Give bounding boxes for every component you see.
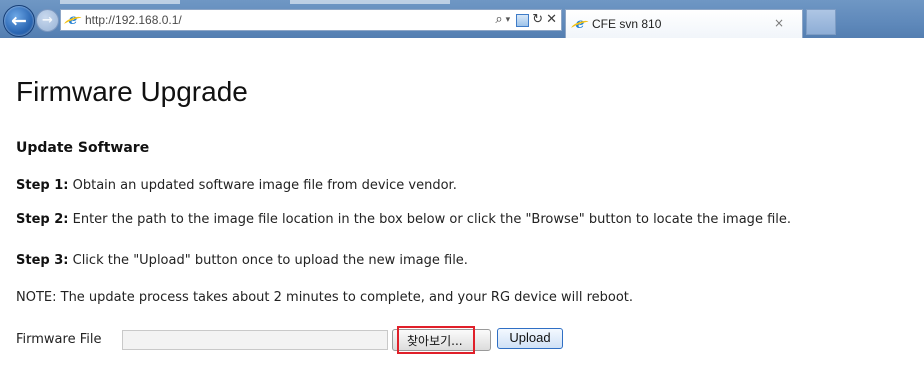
- stop-icon[interactable]: ✕: [546, 12, 557, 28]
- step-2-text: Step 2: Enter the path to the image file…: [16, 212, 791, 227]
- step-2-body: Enter the path to the image file locatio…: [68, 212, 791, 227]
- step-2-label: Step 2:: [16, 212, 69, 227]
- url-text[interactable]: http://192.168.0.1/: [85, 13, 182, 27]
- firmware-file-label: Firmware File: [16, 332, 102, 347]
- browse-button[interactable]: 찾아보기...: [392, 329, 491, 351]
- search-dropdown-icon[interactable]: ▾: [506, 12, 511, 28]
- address-bar-tools: ⌕ ▾ ↻ ✕: [495, 12, 557, 28]
- refresh-icon[interactable]: ↻: [532, 12, 543, 28]
- search-icon[interactable]: ⌕: [495, 12, 502, 28]
- back-arrow-icon: ←: [11, 10, 27, 32]
- toolbar-highlight: [290, 0, 450, 4]
- step-1-text: Step 1: Obtain an updated software image…: [16, 178, 457, 193]
- upload-button[interactable]: Upload: [497, 328, 563, 349]
- tab-title: CFE svn 810: [592, 17, 662, 31]
- section-heading: Update Software: [16, 140, 150, 156]
- toolbar-highlight: [60, 0, 180, 4]
- forward-button[interactable]: →: [36, 9, 59, 32]
- back-button[interactable]: ←: [3, 5, 35, 37]
- new-tab-button[interactable]: [806, 9, 836, 35]
- step-1-body: Obtain an updated software image file fr…: [68, 178, 457, 193]
- toolbar-bottom-edge: [0, 38, 924, 44]
- address-bar[interactable]: e http://192.168.0.1/ ⌕ ▾ ↻ ✕: [60, 9, 562, 31]
- forward-arrow-icon: →: [42, 13, 53, 28]
- ie-page-icon: e: [66, 13, 80, 27]
- page-title: Firmware Upgrade: [16, 76, 248, 107]
- browser-tab-active[interactable]: e CFE svn 810 ×: [565, 9, 803, 38]
- step-3-body: Click the "Upload" button once to upload…: [68, 253, 468, 268]
- tab-close-icon[interactable]: ×: [774, 16, 784, 30]
- note-text: NOTE: The update process takes about 2 m…: [16, 290, 634, 305]
- tab-ie-icon: e: [573, 17, 587, 31]
- browser-toolbar: ← → e http://192.168.0.1/ ⌕ ▾ ↻ ✕ e CFE …: [0, 0, 924, 44]
- step-3-label: Step 3:: [16, 253, 69, 268]
- firmware-file-input[interactable]: [122, 330, 388, 350]
- compatibility-view-icon[interactable]: [516, 13, 530, 27]
- step-1-label: Step 1:: [16, 178, 69, 193]
- step-3-text: Step 3: Click the "Upload" button once t…: [16, 253, 468, 268]
